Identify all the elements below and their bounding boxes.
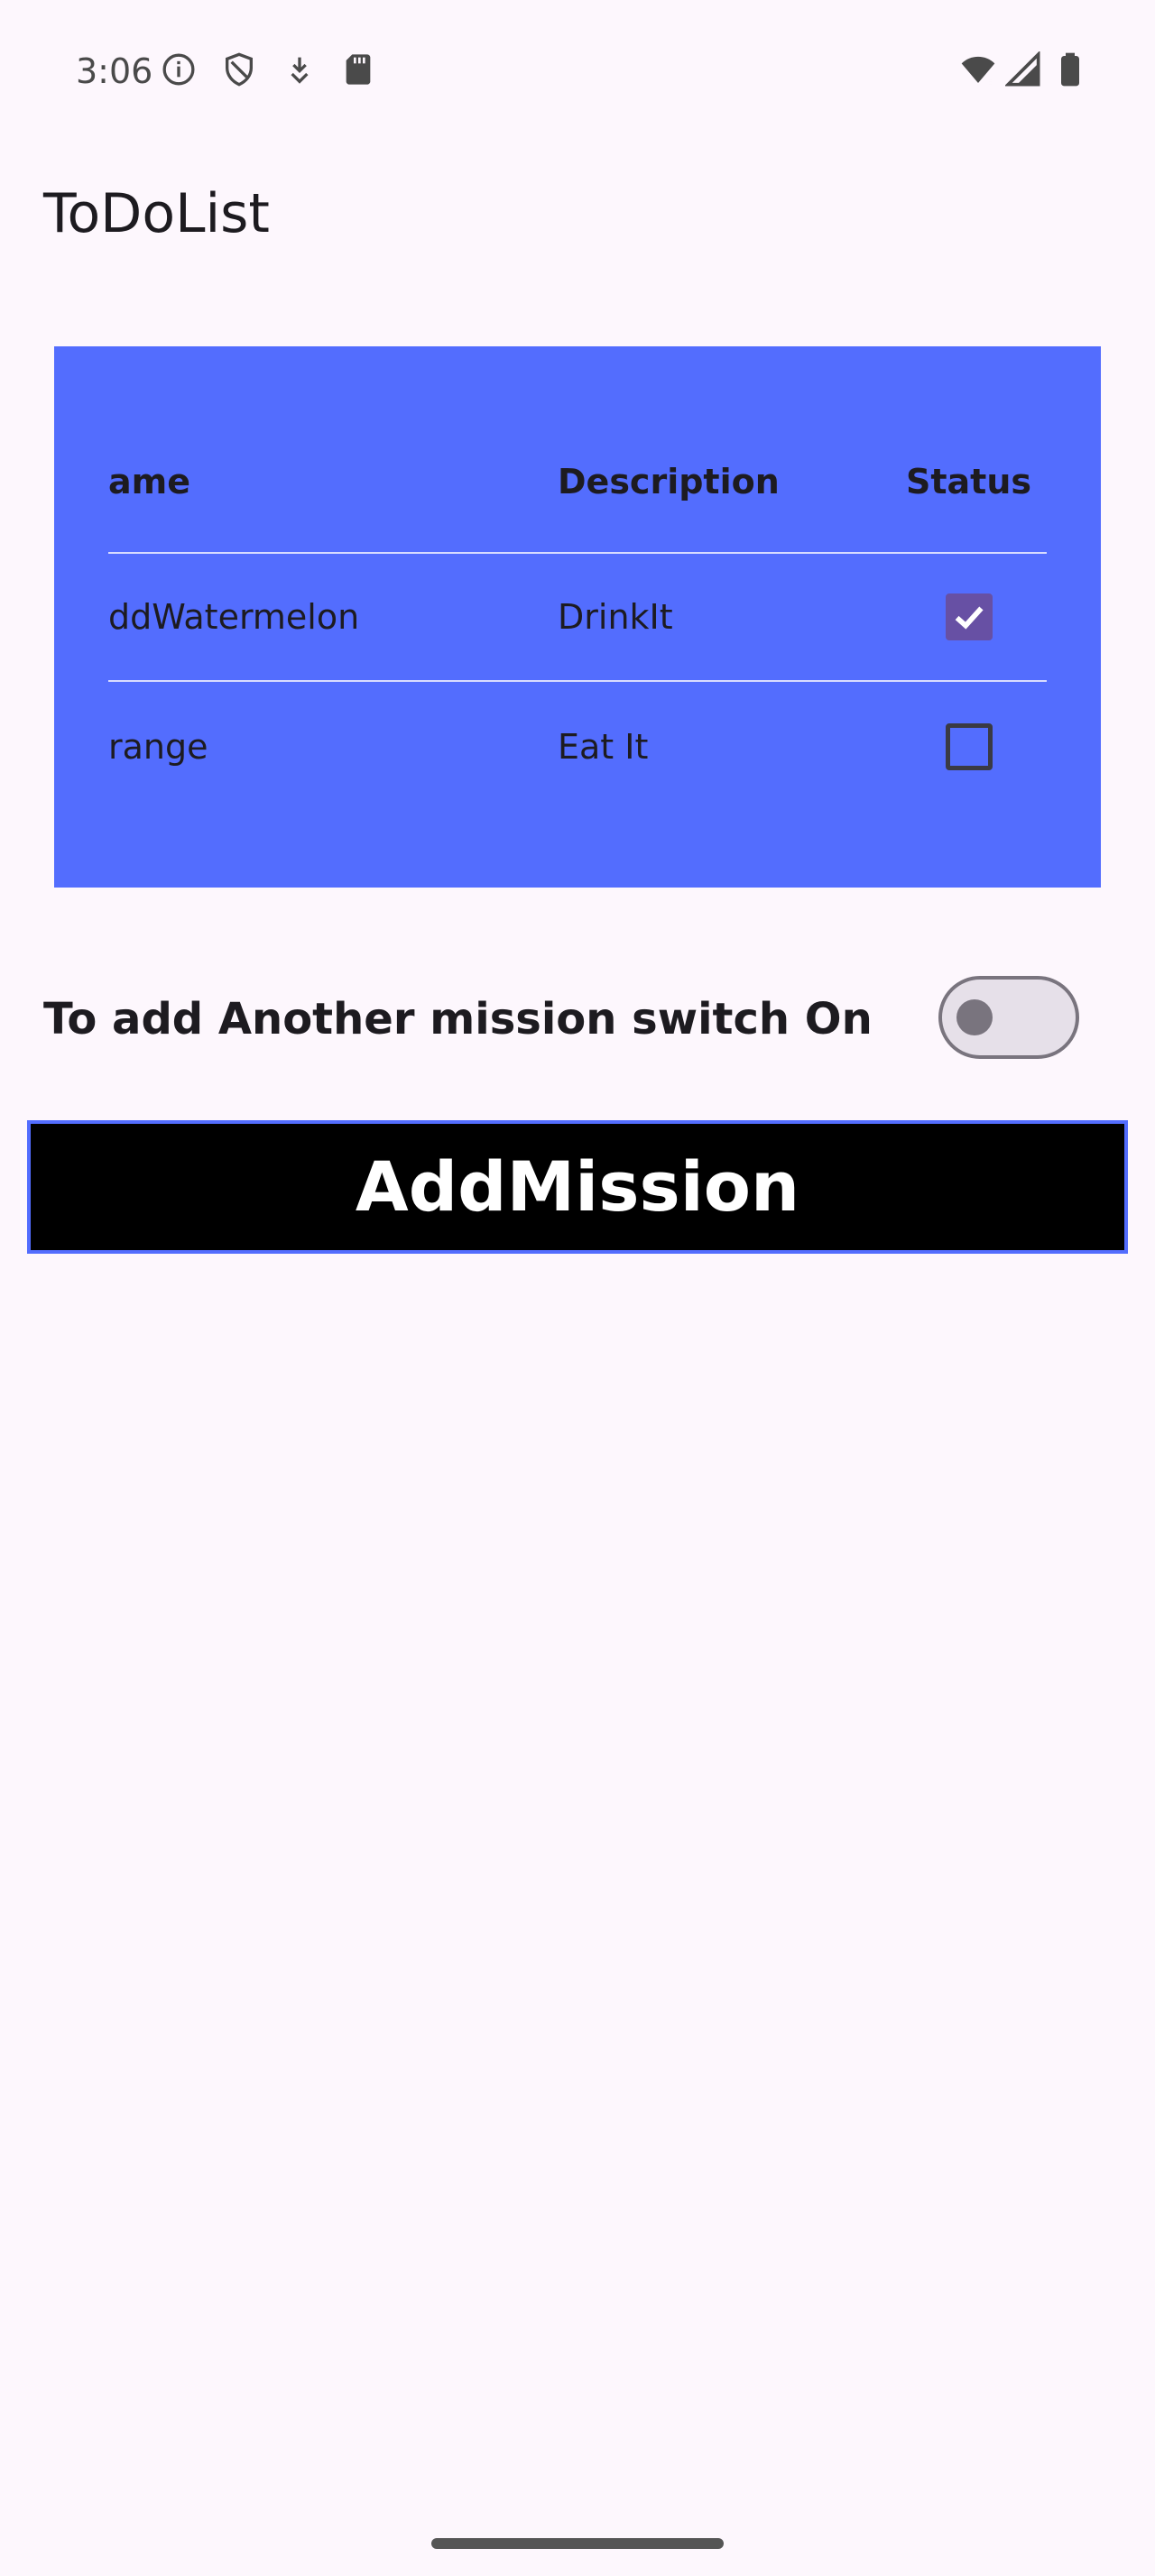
table-scroll-area[interactable]: ame Description Status ddWatermelon Drin… <box>108 346 1047 888</box>
status-checkbox-unchecked[interactable] <box>946 723 993 770</box>
wifi-icon <box>958 51 998 87</box>
page-title: ToDoList <box>43 182 270 245</box>
column-header-status: Status <box>906 462 1032 501</box>
download-icon <box>282 51 318 87</box>
status-bar: 3:06 <box>0 0 1155 135</box>
add-mission-button[interactable]: AddMission <box>27 1120 1128 1254</box>
todo-table[interactable]: ame Description Status ddWatermelon Drin… <box>54 346 1101 888</box>
check-icon <box>955 606 984 630</box>
row-description-cell: Eat It <box>558 727 649 767</box>
row-description-cell: DrinkIt <box>558 597 673 637</box>
status-time: 3:06 <box>76 51 153 91</box>
status-checkbox-checked[interactable] <box>946 593 993 640</box>
shield-icon <box>221 51 257 87</box>
add-mission-switch-label: To add Another mission switch On <box>43 994 873 1044</box>
gesture-navigation-bar[interactable] <box>431 2538 724 2549</box>
table-divider <box>108 680 1047 682</box>
battery-icon <box>1052 51 1088 87</box>
column-header-description: Description <box>558 462 780 501</box>
row-name-cell: range <box>108 727 208 767</box>
switch-thumb <box>956 999 993 1035</box>
sd-card-icon <box>340 51 376 87</box>
signal-icon <box>1005 51 1041 87</box>
row-name-cell: ddWatermelon <box>108 597 360 637</box>
table-divider <box>108 552 1047 554</box>
info-icon <box>161 51 197 87</box>
add-mission-switch[interactable] <box>938 976 1079 1059</box>
column-header-name: ame <box>108 462 191 501</box>
